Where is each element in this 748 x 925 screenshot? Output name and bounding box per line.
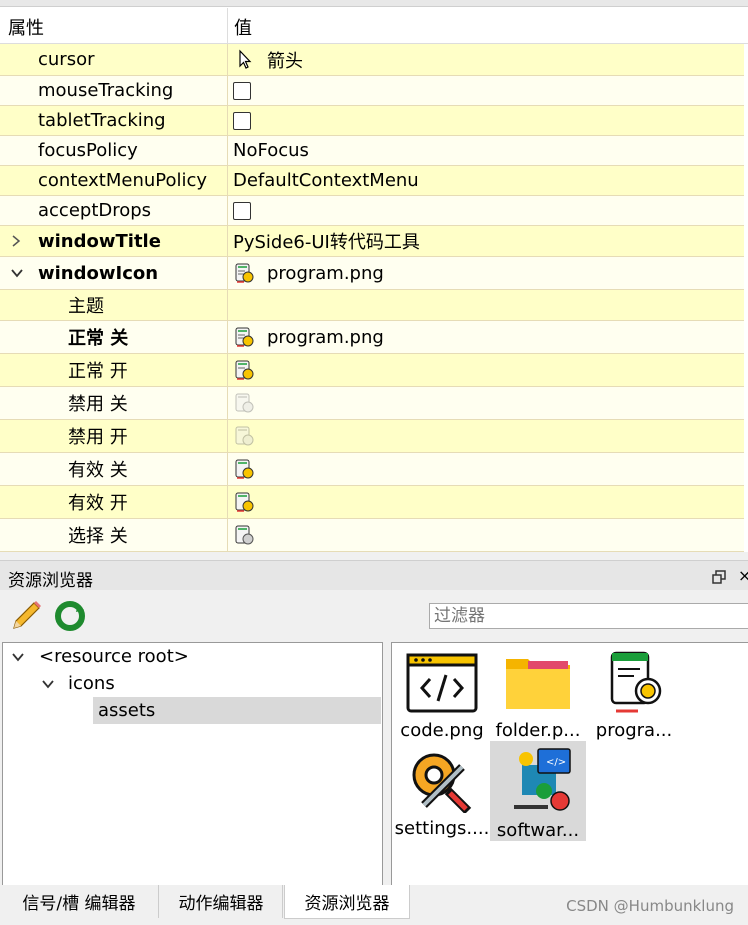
- arrow-cursor-icon: [239, 49, 252, 69]
- settings-tools-icon: [412, 753, 472, 815]
- property-header: 属性 值: [0, 8, 748, 44]
- row-active-off[interactable]: 有效 关: [0, 453, 744, 486]
- row-focusPolicy[interactable]: focusPolicy NoFocus: [0, 136, 744, 166]
- normal-off-filename: program.png: [267, 326, 384, 348]
- windowicon-filename: program.png: [267, 262, 384, 284]
- prop-name: 禁用 开: [68, 427, 128, 448]
- row-disabled-off[interactable]: 禁用 关: [0, 387, 744, 420]
- prop-name: cursor: [38, 49, 95, 70]
- row-contextMenuPolicy[interactable]: contextMenuPolicy DefaultContextMenu: [0, 166, 744, 196]
- chevron-right-icon[interactable]: [10, 226, 22, 256]
- file-tile[interactable]: folder.p...: [490, 651, 586, 741]
- tab-resource-browser[interactable]: 资源浏览器: [284, 885, 410, 919]
- program-file-icon: [235, 525, 254, 545]
- program-file-disabled-icon: [235, 393, 254, 413]
- row-theme[interactable]: 主题: [0, 290, 744, 321]
- file-tile[interactable]: code.png: [394, 651, 490, 741]
- file-label: softwar...: [496, 820, 580, 841]
- contextmenupolicy-value[interactable]: DefaultContextMenu: [233, 166, 419, 195]
- prop-name: tabletTracking: [38, 110, 166, 131]
- program-file-icon: [235, 327, 254, 347]
- folder-icon: [506, 659, 570, 709]
- row-selected-off[interactable]: 选择 关: [0, 519, 744, 552]
- windowicon-value[interactable]: program.png: [233, 257, 384, 289]
- mousetracking-checkbox[interactable]: [233, 81, 251, 100]
- software-dev-icon: </>: [514, 748, 571, 811]
- prop-name: windowTitle: [38, 230, 161, 252]
- file-label: folder.p...: [495, 720, 581, 741]
- row-mouseTracking[interactable]: mouseTracking: [0, 76, 744, 106]
- tree-node-assets[interactable]: assets: [93, 697, 381, 724]
- resource-browser-titlebar: 资源浏览器 ×: [0, 560, 748, 591]
- svg-text:</>: </>: [546, 757, 566, 768]
- focuspolicy-value[interactable]: NoFocus: [233, 136, 309, 165]
- prop-name: 有效 关: [68, 460, 128, 481]
- resource-browser-title: 资源浏览器: [8, 571, 93, 591]
- row-normal-on[interactable]: 正常 开: [0, 354, 744, 387]
- file-label: settings....: [394, 818, 490, 839]
- chevron-down-icon[interactable]: [10, 257, 24, 289]
- cursor-value: 箭头: [267, 50, 303, 72]
- file-label: code.png: [400, 720, 484, 741]
- prop-name: 禁用 关: [68, 394, 128, 415]
- property-editor: 属性 值 cursor 箭头 mouseTracking tabletTrack…: [0, 0, 748, 552]
- program-file-icon: [610, 651, 662, 713]
- close-icon[interactable]: ×: [738, 566, 748, 585]
- tab-signal-slot-editor[interactable]: 信号/槽 编辑器: [0, 885, 159, 918]
- filter-input[interactable]: [429, 603, 748, 629]
- tree-expand-root-icon[interactable]: [11, 647, 25, 668]
- resource-icon-view: code.png folder.p... progra... settings.…: [391, 642, 748, 886]
- row-tabletTracking[interactable]: tabletTracking: [0, 106, 744, 136]
- program-file-icon: [235, 360, 254, 380]
- tablettracking-checkbox[interactable]: [233, 111, 251, 130]
- program-file-icon: [235, 263, 254, 283]
- resource-tree: <resource root> icons assets: [2, 642, 383, 886]
- prop-name: 主题: [68, 296, 104, 317]
- file-tile[interactable]: settings....: [394, 745, 490, 839]
- program-file-disabled-icon: [235, 426, 254, 446]
- row-cursor[interactable]: cursor 箭头: [0, 44, 744, 76]
- program-file-icon: [235, 459, 254, 479]
- program-file-icon: [235, 492, 254, 512]
- prop-name: 有效 开: [68, 493, 128, 514]
- header-property[interactable]: 属性: [8, 14, 44, 40]
- windowtitle-value[interactable]: PySide6-UI转代码工具: [233, 226, 420, 256]
- file-label: progra...: [595, 720, 673, 741]
- watermark: CSDN @Humbunklung: [566, 897, 734, 915]
- prop-value[interactable]: 箭头: [233, 44, 303, 75]
- tree-expand-icons-icon[interactable]: [41, 674, 55, 695]
- prop-name: acceptDrops: [38, 200, 152, 221]
- tree-node-root[interactable]: <resource root>: [39, 646, 189, 667]
- row-active-on[interactable]: 有效 开: [0, 486, 744, 519]
- acceptdrops-checkbox[interactable]: [233, 201, 251, 220]
- top-scrollbar[interactable]: [0, 0, 748, 7]
- file-tile-selected[interactable]: </> softwar...: [490, 741, 586, 841]
- reload-icon[interactable]: [52, 598, 88, 639]
- row-windowIcon[interactable]: windowIcon program.png: [0, 257, 744, 290]
- row-acceptDrops[interactable]: acceptDrops: [0, 196, 744, 226]
- code-window-icon: [406, 653, 478, 713]
- file-tile[interactable]: progra...: [586, 651, 682, 741]
- prop-name: 正常 开: [68, 361, 128, 382]
- tab-action-editor[interactable]: 动作编辑器: [160, 885, 283, 918]
- prop-name: 正常 关: [68, 328, 129, 349]
- row-normal-off[interactable]: 正常 关 program.png: [0, 321, 744, 354]
- prop-name: focusPolicy: [38, 140, 138, 161]
- tree-node-icons[interactable]: icons: [68, 673, 115, 694]
- prop-name: contextMenuPolicy: [38, 170, 208, 191]
- prop-name: 选择 关: [68, 526, 128, 547]
- header-value[interactable]: 值: [234, 14, 252, 40]
- row-windowTitle[interactable]: windowTitle PySide6-UI转代码工具: [0, 226, 744, 257]
- prop-name: windowIcon: [38, 262, 159, 284]
- tree-node-assets-label: assets: [98, 700, 156, 721]
- pencil-edit-icon[interactable]: [8, 598, 44, 639]
- row-disabled-on[interactable]: 禁用 开: [0, 420, 744, 453]
- float-window-icon[interactable]: [712, 568, 726, 589]
- normal-off-value[interactable]: program.png: [233, 321, 384, 353]
- prop-name: mouseTracking: [38, 80, 174, 101]
